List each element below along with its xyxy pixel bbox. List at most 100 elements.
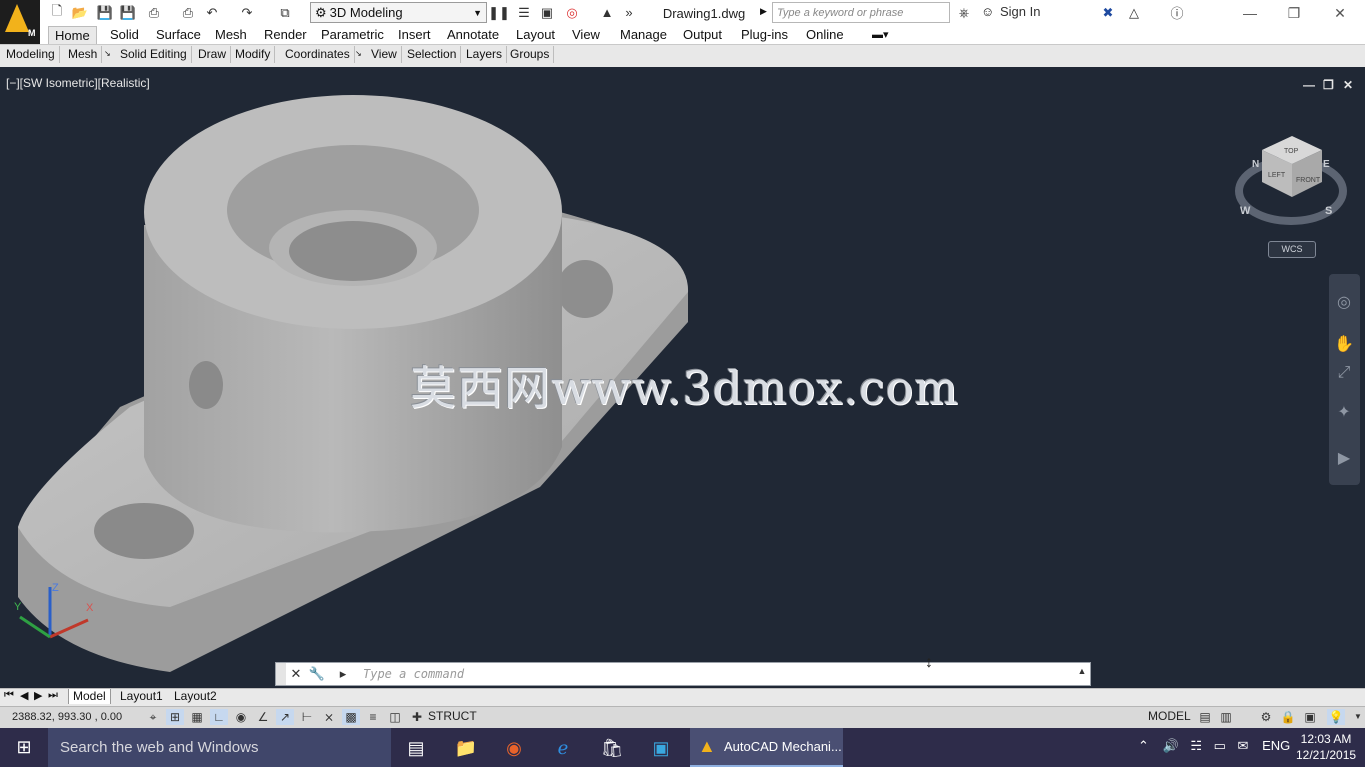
record-icon[interactable]: ◎	[563, 4, 581, 21]
ortho-icon[interactable]: ∟	[210, 709, 228, 725]
tab-layout[interactable]: Layout	[510, 26, 561, 44]
workspace-settings-icon[interactable]: ⚙	[1257, 709, 1275, 725]
autodesk-icon[interactable]: △	[1125, 4, 1143, 21]
windows-start-icon[interactable]: ⊞	[0, 728, 48, 767]
panel-expand-icon[interactable]: ↘	[355, 49, 362, 58]
snap-icon[interactable]: ⊞	[166, 709, 184, 725]
prompt-icon[interactable]: ▸	[334, 666, 352, 684]
quick-view-layouts-icon[interactable]: ▤	[1196, 709, 1214, 725]
save-icon[interactable]: 💾	[96, 4, 114, 21]
steering-wheel-icon[interactable]: ◎	[1333, 292, 1355, 314]
last-tab-icon[interactable]: ⏭	[48, 689, 58, 702]
layer-icon[interactable]: ☰	[515, 4, 533, 21]
wcs-menu[interactable]: WCS	[1268, 241, 1316, 258]
next-tab-icon[interactable]: ▶	[34, 689, 42, 702]
battery-icon[interactable]: ▭	[1214, 738, 1226, 753]
viewport-minimize-icon[interactable]: —	[1303, 78, 1315, 92]
panel-layers[interactable]: Layers	[462, 46, 508, 63]
lock-icon[interactable]: 🔒	[1279, 709, 1297, 725]
markup-icon[interactable]: ▲	[598, 4, 616, 21]
application-menu-button[interactable]: M	[0, 0, 40, 44]
file-explorer-icon[interactable]: 📁	[451, 733, 481, 763]
3dosnap-icon[interactable]: ↗	[276, 709, 294, 725]
plot-icon[interactable]: ⎙	[145, 4, 163, 21]
tab-output[interactable]: Output	[677, 26, 728, 44]
taskbar-search[interactable]: Search the web and Windows	[48, 728, 391, 767]
tab-render[interactable]: Render	[258, 26, 313, 44]
drag-grip[interactable]	[276, 663, 286, 685]
struct-toggle[interactable]: STRUCT	[428, 709, 477, 723]
expand-arrow-icon[interactable]: ▶	[760, 6, 767, 17]
share-icon[interactable]: ⧉	[276, 4, 294, 21]
customize-icon[interactable]: ▼	[1349, 709, 1365, 725]
panel-mesh[interactable]: Mesh	[64, 46, 103, 63]
transparency-icon[interactable]: ◫	[386, 709, 404, 725]
binoculars-icon[interactable]: ⎈	[955, 4, 973, 21]
taskbar-autocad-button[interactable]: ▲ AutoCAD Mechani...	[690, 728, 843, 767]
pan-icon[interactable]: ✋	[1333, 334, 1355, 356]
redo-icon[interactable]: ↷	[238, 4, 256, 21]
tab-surface[interactable]: Surface	[150, 26, 207, 44]
tab-manage[interactable]: Manage	[614, 26, 673, 44]
app-icon[interactable]: ▣	[646, 733, 676, 763]
tab-layout1[interactable]: Layout1	[116, 689, 167, 704]
search-input[interactable]: Type a keyword or phrase	[772, 2, 950, 23]
panel-view[interactable]: View	[367, 46, 402, 63]
exchange-icon[interactable]: ✖	[1099, 4, 1117, 21]
polar-icon[interactable]: ◉	[232, 709, 250, 725]
wrench-icon[interactable]: 🔧	[308, 666, 326, 684]
edge-icon[interactable]: ℯ	[548, 733, 578, 763]
window-icon[interactable]: ▣	[538, 4, 556, 21]
tab-home[interactable]: Home	[48, 26, 97, 45]
tab-mesh[interactable]: Mesh	[209, 26, 253, 44]
wifi-icon[interactable]: ☵	[1190, 738, 1202, 753]
tab-plugins[interactable]: Plug-ins	[735, 26, 794, 44]
help-icon[interactable]: ⓘ	[1168, 4, 1186, 21]
coordinate-readout[interactable]: 2388.32, 993.30 , 0.00	[12, 711, 122, 723]
tab-parametric[interactable]: Parametric	[315, 26, 390, 44]
tab-annotate[interactable]: Annotate	[441, 26, 505, 44]
more-icon[interactable]: »	[620, 4, 638, 21]
showmotion-icon[interactable]: ▶	[1333, 448, 1355, 470]
ribbon-toggle-icon[interactable]: ▬▾	[872, 28, 889, 41]
viewport-label[interactable]: [−][SW Isometric][Realistic]	[6, 76, 150, 90]
grid-icon[interactable]: ▦	[188, 709, 206, 725]
open-icon[interactable]: 📂	[71, 4, 89, 21]
first-tab-icon[interactable]: ⏮	[4, 689, 14, 702]
restore-button[interactable]: ❐	[1272, 2, 1316, 24]
model-space-toggle[interactable]: MODEL	[1148, 709, 1191, 723]
save-as-icon[interactable]: 💾	[119, 4, 137, 21]
tab-layout2[interactable]: Layout2	[170, 689, 221, 704]
language-indicator[interactable]: ENG	[1262, 738, 1290, 753]
print-icon[interactable]: ⎙	[179, 4, 197, 21]
panel-coordinates[interactable]: Coordinates	[281, 46, 355, 63]
orbit-icon[interactable]: ✦	[1333, 402, 1355, 424]
close-button[interactable]: ✕	[1318, 2, 1362, 24]
panel-modeling[interactable]: Modeling	[2, 46, 60, 63]
zoom-extents-icon[interactable]: ⤢	[1333, 362, 1355, 384]
volume-icon[interactable]: 🔊	[1163, 738, 1179, 753]
chevron-up-icon[interactable]: ⌃	[1138, 738, 1149, 753]
panel-expand-icon[interactable]: ↘	[104, 49, 111, 58]
prev-tab-icon[interactable]: ◀	[20, 689, 28, 702]
hardware-acceleration-icon[interactable]: ▣	[1301, 709, 1319, 725]
tab-insert[interactable]: Insert	[392, 26, 437, 44]
infer-icon[interactable]: ⌖	[144, 709, 162, 725]
close-icon[interactable]: ✕	[287, 666, 305, 684]
viewport-close-icon[interactable]: ✕	[1343, 78, 1353, 92]
task-view-icon[interactable]: ▤	[401, 733, 431, 763]
workspace-dropdown[interactable]: ⚙ 3D Modeling ▼	[310, 2, 487, 23]
lineweight-icon[interactable]: ≡	[364, 709, 382, 725]
otrack-icon[interactable]: ⊢	[298, 709, 316, 725]
notifications-icon[interactable]: ✉	[1238, 738, 1249, 753]
sign-in-link[interactable]: Sign In	[1000, 4, 1040, 19]
clock[interactable]: 12:03 AM 12/21/2015	[1296, 731, 1356, 763]
panel-groups[interactable]: Groups	[506, 46, 555, 63]
tab-online[interactable]: Online	[800, 26, 850, 44]
selection-cycling-icon[interactable]: ✚	[408, 709, 426, 725]
tab-view[interactable]: View	[566, 26, 606, 44]
isolate-objects-icon[interactable]: 💡	[1327, 709, 1345, 725]
panel-modify[interactable]: Modify	[231, 46, 276, 63]
minimize-button[interactable]: —	[1228, 2, 1272, 24]
store-icon[interactable]: 🛍	[597, 733, 627, 763]
